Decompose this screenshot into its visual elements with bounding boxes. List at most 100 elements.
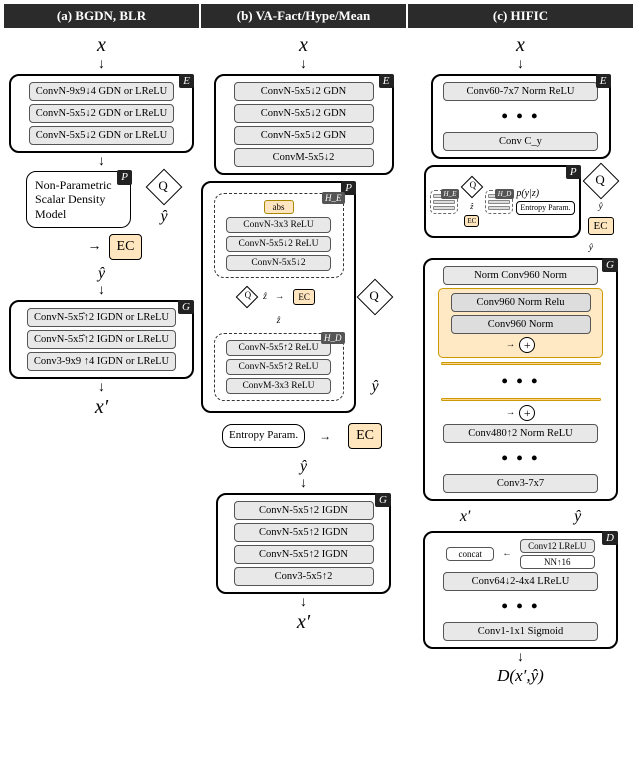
quantizer-c: Q — [582, 163, 619, 200]
arrow-icon: → — [88, 239, 102, 255]
encoder-label-a: E — [179, 74, 194, 88]
ec-row-a: → EC — [88, 231, 146, 263]
prior-label-c: P — [566, 165, 581, 179]
op: Conv480↑2 Norm ReLU — [443, 424, 598, 443]
quantizer-z: Q — [236, 286, 259, 309]
op: Norm Conv960 Norm — [443, 266, 598, 285]
ec-z: EC — [293, 289, 315, 305]
input-x-a: x — [97, 34, 106, 57]
dots-icon: • • • — [502, 596, 540, 617]
dots-icon: • • • — [502, 106, 540, 127]
arrow-icon: → — [275, 292, 285, 302]
op: ConvM-5x5↓2 — [234, 148, 374, 167]
yhat-a-1: ŷ — [160, 208, 167, 226]
encoder-label-c: E — [596, 74, 611, 88]
entropy-param-b: Entropy Param. — [222, 424, 305, 447]
encoder-label-b: E — [379, 74, 394, 88]
col-c-title: (c) HIFIC — [408, 4, 633, 28]
arrow-icon: ↓ — [98, 380, 105, 396]
add-icon: + — [519, 405, 535, 421]
op: ConvN-5x5↓2 — [226, 255, 331, 271]
op: ConvN-5x5↓2 GDN — [234, 82, 374, 101]
op: ConvN-5x5↓2 GDN or LReLU — [29, 104, 175, 123]
prior-block-a: P Non-Parametric Scalar Density Model — [26, 171, 131, 228]
op: ConvN-3x3 ReLU — [226, 217, 331, 233]
figure-wrapper: (a) BGDN, BLR x ↓ E ConvN-9x9↓4 GDN or L… — [0, 0, 640, 692]
arrow-icon: ↓ — [300, 595, 307, 611]
hyper-mid-row: Q ẑ → EC — [239, 283, 318, 311]
arrow-icon: ↓ — [517, 57, 524, 73]
encoder-block-c: E Conv60-7x7 Norm ReLU • • • Conv C_y — [431, 74, 611, 159]
hyper-decoder: H_D ConvN-5x5↑2 ReLU ConvN-5x5↑2 ReLU Co… — [214, 333, 344, 401]
generator-block-c: G Norm Conv960 Norm Conv960 Norm Relu Co… — [423, 258, 618, 501]
op: Conv3-5x5↑2 — [234, 567, 374, 586]
xprime-c: x′ — [460, 508, 471, 526]
yhat-a-2: ŷ — [98, 265, 105, 283]
arrow-icon: → — [506, 408, 516, 418]
entropy-coder-b: EC — [348, 423, 382, 449]
generator-label-a: G — [178, 300, 194, 314]
op: ConvN-5x5↓2 ReLU — [226, 236, 331, 252]
op: ConvN-5x5↑2 IGDN — [234, 501, 374, 520]
hd-mini-label: H_D — [495, 189, 515, 199]
op: Conv1-1x1 Sigmoid — [443, 622, 598, 641]
abs-op: abs — [264, 200, 294, 214]
entropy-coder-a: EC — [109, 234, 143, 260]
quantizer-a: Q — [146, 169, 183, 206]
pyz-label: p(y|z) — [516, 188, 574, 199]
ec-z-c: EC — [464, 215, 479, 227]
output-d: D(x′,ŷ) — [497, 666, 544, 686]
arrow-icon: ↓ — [300, 476, 307, 492]
op: ConvN-5x5↓2 GDN or LReLU — [29, 126, 175, 145]
generator-block-b: G ConvN-5x5↑2 IGDN ConvN-5x5↑2 IGDN Conv… — [216, 493, 391, 594]
op: Conv64↓2-4x4 LReLU — [443, 572, 598, 591]
input-x-b: x — [299, 34, 308, 57]
op: ConvN-5x5̂↑2 IGDN or LReLU — [27, 308, 176, 327]
mini-op — [433, 200, 455, 204]
arrow-icon: ↓ — [98, 283, 105, 299]
op: Conv12 LReLU — [520, 539, 595, 553]
hd-label: H_D — [321, 332, 345, 344]
op: ConvN-5x5↑2 IGDN — [234, 523, 374, 542]
op: Conv3-7x7 — [443, 474, 598, 493]
entropy-row-b: Entropy Param. → EC — [222, 420, 385, 452]
entropy-param-c: Entropy Param. — [516, 201, 574, 215]
resid-bar — [441, 398, 601, 401]
disc-label: D — [602, 531, 618, 545]
generator-label-b: G — [375, 493, 391, 507]
g-outputs: x′ ŷ — [408, 506, 633, 528]
op: ConvN-5x5↓2 GDN — [234, 126, 374, 145]
op: Conv3-9x9 ↑4 IGDN or LReLU — [27, 352, 176, 371]
arrow-icon: ↓ — [517, 650, 524, 666]
mini-op — [433, 206, 455, 210]
resid-bar — [441, 362, 601, 365]
zhat-1: ẑ — [263, 292, 267, 302]
column-va: (b) VA-Fact/Hype/Mean x ↓ E ConvN-5x5↓2 … — [201, 4, 406, 688]
concat-op: concat — [446, 547, 494, 561]
prior-block-b: P H_E abs ConvN-3x3 ReLU ConvN-5x5↓2 ReL… — [201, 181, 356, 413]
zhat-2: ẑ — [277, 316, 281, 326]
op: NN↑16 — [520, 555, 595, 569]
generator-block-a: G ConvN-5x5̂↑2 IGDN or LReLU ConvN-5x5̂↑… — [9, 300, 194, 379]
arrow-icon: → — [319, 429, 331, 444]
op: Conv960 Norm — [451, 315, 591, 334]
encoder-block-a: E ConvN-9x9↓4 GDN or LReLU ConvN-5x5↓2 G… — [9, 74, 194, 153]
arrow-icon: ↓ — [98, 57, 105, 73]
dots-icon: • • • — [502, 448, 540, 469]
encoder-block-b: E ConvN-5x5↓2 GDN ConvN-5x5↓2 GDN ConvN-… — [214, 74, 394, 175]
mini-op — [488, 200, 510, 204]
output-xprime-b: x′ — [297, 611, 310, 634]
op: Conv960 Norm Relu — [451, 293, 591, 312]
op: ConvN-9x9↓4 GDN or LReLU — [29, 82, 175, 101]
op: ConvN-5x5̂↑2 IGDN or LReLU — [27, 330, 176, 349]
op: ConvN-5x5↓2 GDN — [234, 104, 374, 123]
residual-block: Conv960 Norm Relu Conv960 Norm →+ — [438, 288, 603, 358]
arrow-icon: ← — [502, 549, 512, 559]
add-icon: + — [519, 337, 535, 353]
yhat-b-2: ŷ — [300, 458, 307, 476]
hyper-enc-mini: H_E — [430, 190, 458, 214]
prior-block-c: P H_E Q ẑ EC H_D — [424, 165, 580, 238]
col-b-title: (b) VA-Fact/Hype/Mean — [201, 4, 406, 28]
generator-label-c: G — [602, 258, 618, 272]
yhat-c-1: ŷ — [598, 202, 602, 212]
